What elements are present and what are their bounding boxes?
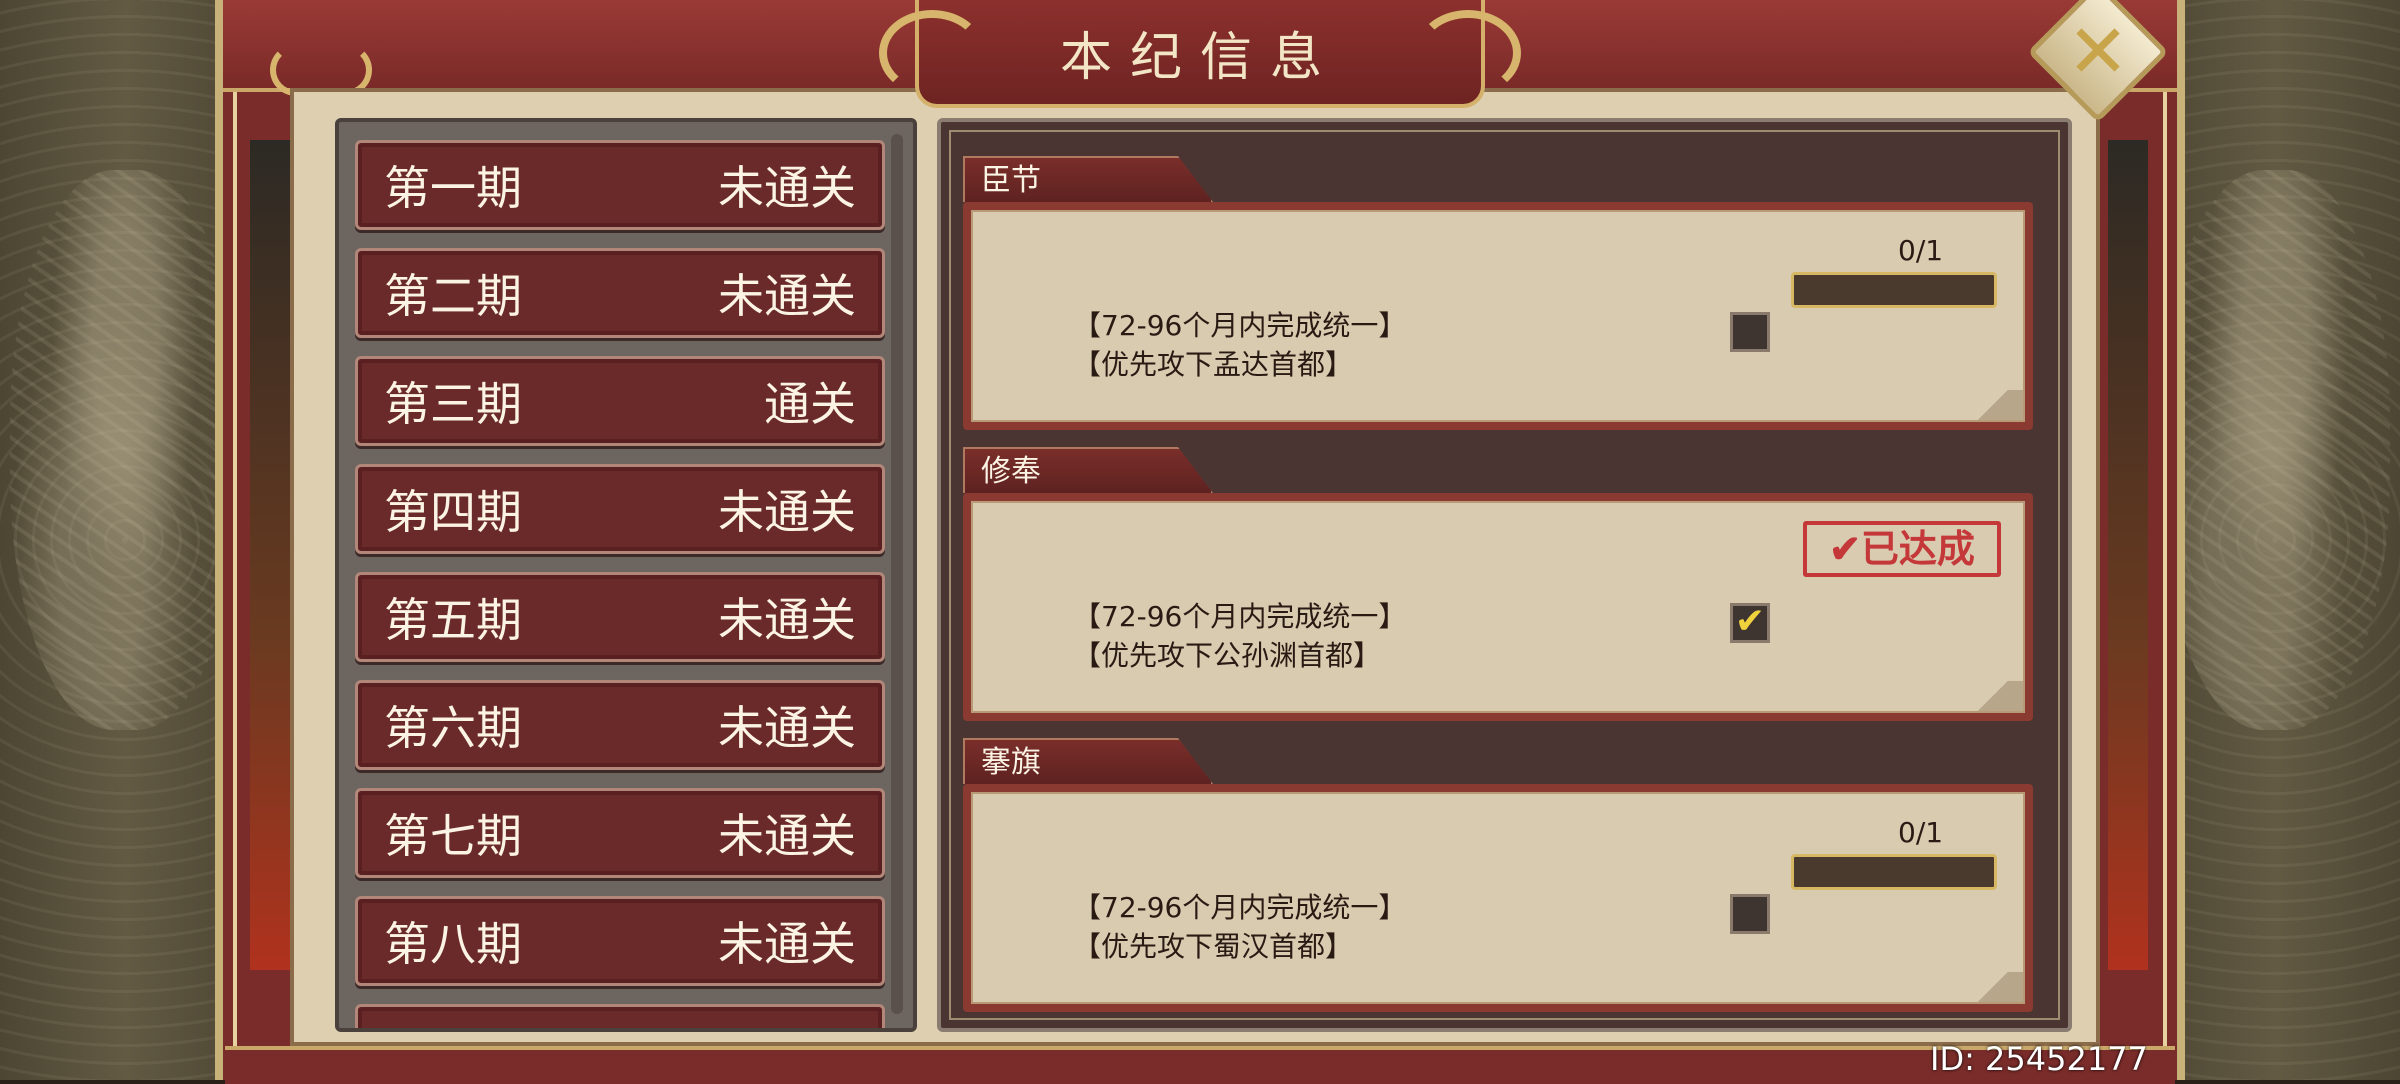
- period-item[interactable]: 第四期 未通关: [355, 464, 885, 554]
- period-item[interactable]: 第五期 未通关: [355, 572, 885, 662]
- period-name: 第三期: [384, 377, 522, 431]
- period-status: 未通关: [718, 809, 856, 863]
- period-name: 第八期: [384, 917, 522, 971]
- period-name: 第四期: [384, 485, 522, 539]
- task-tab: 搴旗: [963, 738, 1213, 784]
- title-curl-ornament: [1415, 10, 1521, 96]
- period-item[interactable]: 第三期 通关: [355, 356, 885, 446]
- task-goal-line: 【优先攻下蜀汉首都】: [1073, 930, 1354, 963]
- period-item[interactable]: 第一期 未通关: [355, 140, 885, 230]
- background-strip-left: [250, 140, 290, 970]
- task-card: 搴旗 0/1 【72-96个月内完成统一】 【优先攻下蜀汉首都】: [963, 738, 2033, 1018]
- task-panel: 臣节 0/1 【72-96个月内完成统一】 【优先攻下孟达首都】 修奉 ✔已达成…: [937, 118, 2072, 1032]
- period-name: 第二期: [384, 269, 522, 323]
- task-checkbox-checked[interactable]: ✔: [1730, 603, 1770, 643]
- progress-bar: [1791, 272, 1997, 308]
- progress-label: 0/1: [1898, 234, 1944, 267]
- task-description: 【72-96个月内完成统一】 【优先攻下孟达首都】: [1073, 306, 1406, 384]
- achieved-stamp: ✔已达成: [1803, 521, 2001, 577]
- progress-bar: [1791, 854, 1997, 890]
- right-decor-panel: [2150, 0, 2400, 1080]
- period-status: 未通关: [718, 485, 856, 539]
- period-status: 未通关: [718, 917, 856, 971]
- period-status: 未通关: [718, 701, 856, 755]
- period-name: 第五期: [384, 593, 522, 647]
- period-status: 通关: [764, 377, 856, 431]
- task-checkbox[interactable]: [1730, 894, 1770, 934]
- task-description: 【72-96个月内完成统一】 【优先攻下蜀汉首都】: [1073, 888, 1406, 966]
- period-status: 未通关: [718, 161, 856, 215]
- list-scrollbar[interactable]: [891, 134, 903, 1014]
- task-tab: 臣节: [963, 156, 1213, 202]
- period-status: 未通关: [718, 593, 856, 647]
- task-card-paper: ✔已达成 【72-96个月内完成统一】 【优先攻下公孙渊首都】 ✔: [971, 501, 2025, 713]
- dragon-pattern: [2160, 170, 2390, 730]
- period-name: 第六期: [384, 701, 522, 755]
- period-item[interactable]: 第二期 未通关: [355, 248, 885, 338]
- title-plate: 本纪信息: [879, 0, 1521, 108]
- period-item-partial[interactable]: [355, 1004, 885, 1028]
- period-list[interactable]: 第一期 未通关 第二期 未通关 第三期 通关 第四期 未通关 第五期 未通关 第…: [335, 118, 917, 1032]
- task-goal-line: 【72-96个月内完成统一】: [1073, 600, 1407, 633]
- close-x-icon: ✕: [2066, 8, 2130, 95]
- period-status: 未通关: [718, 269, 856, 323]
- dragon-pattern: [10, 170, 240, 730]
- title-curl-ornament: [879, 10, 985, 96]
- task-goal-line: 【优先攻下公孙渊首都】: [1073, 639, 1382, 672]
- background-strip-right: [2108, 140, 2148, 970]
- task-description: 【72-96个月内完成统一】 【优先攻下公孙渊首都】: [1073, 597, 1406, 675]
- task-goal-line: 【72-96个月内完成统一】: [1073, 309, 1407, 342]
- period-item[interactable]: 第八期 未通关: [355, 896, 885, 986]
- task-tab: 修奉: [963, 447, 1213, 493]
- period-item[interactable]: 第六期 未通关: [355, 680, 885, 770]
- progress-label: 0/1: [1898, 816, 1944, 849]
- left-decor-panel: [0, 0, 250, 1080]
- period-item[interactable]: 第七期 未通关: [355, 788, 885, 878]
- task-card-paper: 0/1 【72-96个月内完成统一】 【优先攻下蜀汉首都】: [971, 792, 2025, 1004]
- task-card: 修奉 ✔已达成 【72-96个月内完成统一】 【优先攻下公孙渊首都】 ✔: [963, 447, 2033, 727]
- task-card: 臣节 0/1 【72-96个月内完成统一】 【优先攻下孟达首都】: [963, 156, 2033, 436]
- task-card-frame: 0/1 【72-96个月内完成统一】 【优先攻下孟达首都】: [963, 202, 2033, 430]
- task-checkbox[interactable]: [1730, 312, 1770, 352]
- period-name: 第七期: [384, 809, 522, 863]
- task-card-paper: 0/1 【72-96个月内完成统一】 【优先攻下孟达首都】: [971, 210, 2025, 422]
- bottom-strip: [225, 1046, 2175, 1084]
- task-goal-line: 【72-96个月内完成统一】: [1073, 891, 1407, 924]
- task-goal-line: 【优先攻下孟达首都】: [1073, 348, 1354, 381]
- task-card-frame: 0/1 【72-96个月内完成统一】 【优先攻下蜀汉首都】: [963, 784, 2033, 1012]
- player-id: ID: 25452177: [1930, 1040, 2148, 1078]
- task-card-frame: ✔已达成 【72-96个月内完成统一】 【优先攻下公孙渊首都】 ✔: [963, 493, 2033, 721]
- page-title: 本纪信息: [1059, 27, 1340, 88]
- period-name: 第一期: [384, 161, 522, 215]
